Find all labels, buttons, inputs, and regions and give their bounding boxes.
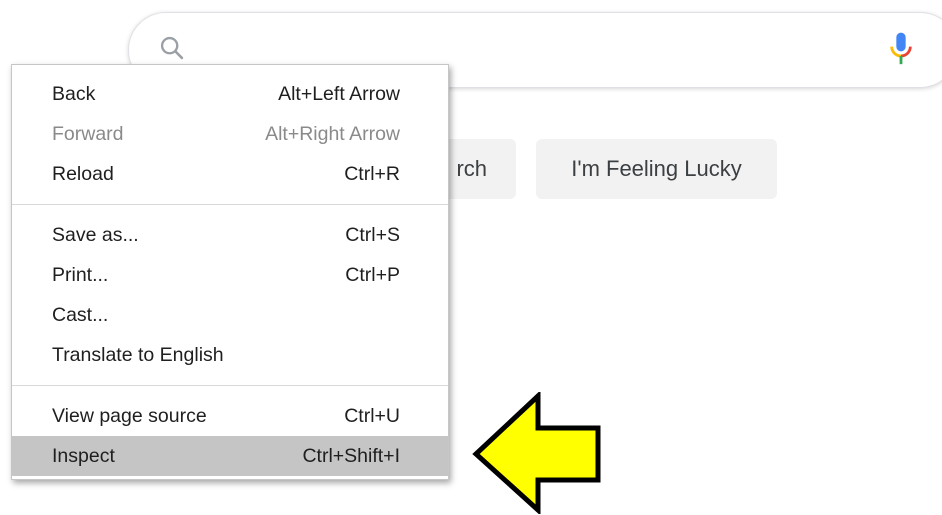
menu-separator xyxy=(12,204,448,205)
menu-item-reload[interactable]: Reload Ctrl+R xyxy=(12,154,448,194)
menu-item-save-as[interactable]: Save as... Ctrl+S xyxy=(12,215,448,255)
yellow-arrow-icon xyxy=(472,392,601,514)
menu-item-cast[interactable]: Cast... xyxy=(12,295,448,335)
menu-item-shortcut: Ctrl+Shift+I xyxy=(302,445,400,467)
menu-item-shortcut: Ctrl+P xyxy=(345,264,400,286)
menu-separator xyxy=(12,385,448,386)
menu-item-print[interactable]: Print... Ctrl+P xyxy=(12,255,448,295)
menu-item-label: Print... xyxy=(52,264,109,286)
menu-item-shortcut: Ctrl+S xyxy=(345,224,400,246)
browser-page: rch I'm Feeling Lucky Back Alt+Left Arro… xyxy=(0,0,942,515)
search-icon xyxy=(160,36,184,60)
menu-item-label: Inspect xyxy=(52,445,115,467)
menu-item-shortcut: Ctrl+U xyxy=(344,405,400,427)
menu-item-shortcut: Alt+Right Arrow xyxy=(265,123,400,145)
menu-item-label: Translate to English xyxy=(52,344,224,366)
menu-item-label: Forward xyxy=(52,123,124,145)
menu-item-label: View page source xyxy=(52,405,207,427)
menu-item-label: Back xyxy=(52,83,96,105)
menu-item-back[interactable]: Back Alt+Left Arrow xyxy=(12,74,448,114)
menu-item-label: Reload xyxy=(52,163,114,185)
menu-item-shortcut: Ctrl+R xyxy=(344,163,400,185)
menu-item-shortcut: Alt+Left Arrow xyxy=(278,83,400,105)
menu-item-label: Cast... xyxy=(52,304,109,326)
feeling-lucky-button[interactable]: I'm Feeling Lucky xyxy=(536,139,777,199)
menu-item-forward: Forward Alt+Right Arrow xyxy=(12,114,448,154)
context-menu: Back Alt+Left Arrow Forward Alt+Right Ar… xyxy=(11,64,449,480)
menu-item-view-source[interactable]: View page source Ctrl+U xyxy=(12,396,448,436)
microphone-icon[interactable] xyxy=(887,30,915,68)
menu-item-translate[interactable]: Translate to English xyxy=(12,335,448,375)
menu-item-label: Save as... xyxy=(52,224,139,246)
menu-item-inspect[interactable]: Inspect Ctrl+Shift+I xyxy=(12,436,448,476)
